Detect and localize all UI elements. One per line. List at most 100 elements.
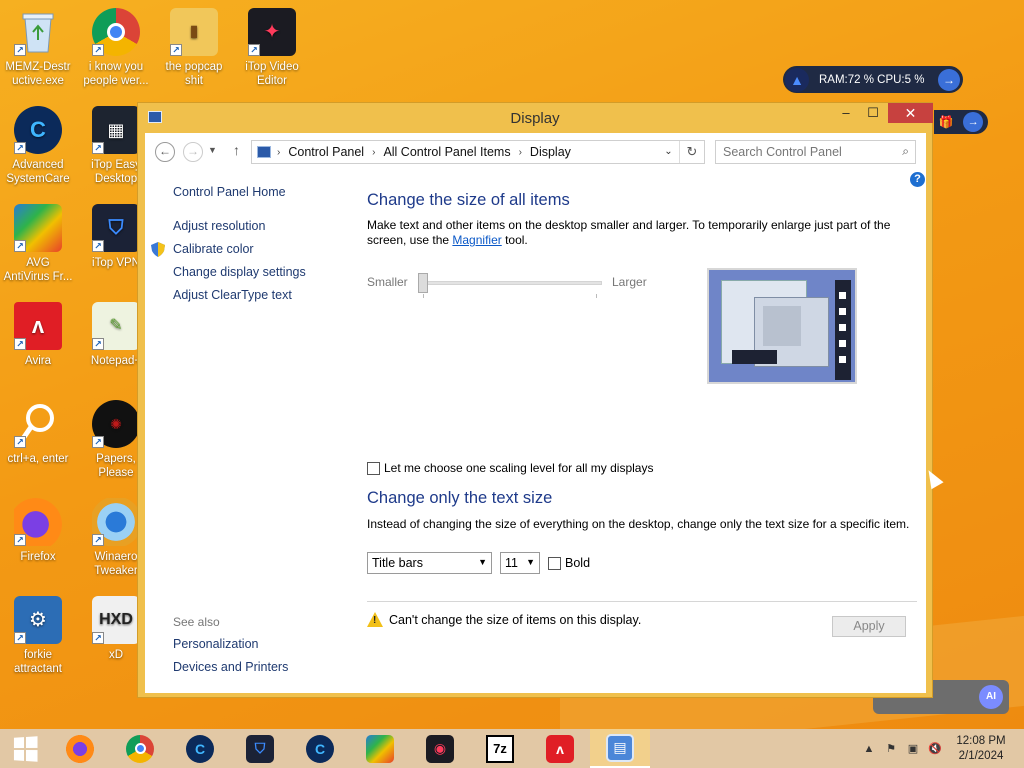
breadcrumb-separator[interactable]: › bbox=[519, 147, 522, 158]
start-button[interactable] bbox=[0, 729, 50, 768]
windows-logo-icon bbox=[13, 735, 38, 762]
devices-printers-link[interactable]: Devices and Printers bbox=[173, 660, 288, 683]
taskbar-avg[interactable] bbox=[350, 729, 410, 768]
desktop-icon-label: the popcap bbox=[165, 61, 223, 73]
desktop-icon-firefox[interactable]: ↗ Firefox bbox=[0, 498, 77, 564]
breadcrumb-separator[interactable]: › bbox=[277, 147, 280, 158]
window-client-area: ← → ▼ ↑ › Control Panel › All Control Pa… bbox=[145, 133, 926, 693]
desktop-icon-label: Avira bbox=[25, 355, 51, 367]
back-button[interactable]: ← bbox=[155, 142, 175, 162]
folder-icon: ▮ ↗ bbox=[170, 8, 218, 56]
volume-muted-icon[interactable]: 🔇 bbox=[924, 742, 946, 755]
font-size-select[interactable]: 11 ▼ bbox=[500, 552, 540, 574]
systemcare-icon: C bbox=[306, 734, 334, 763]
desktop-icon-label: Editor bbox=[256, 75, 288, 87]
forward-button[interactable]: → bbox=[183, 142, 203, 162]
desktop-icon-label: Advanced bbox=[12, 159, 64, 171]
arrow-right-icon[interactable]: → bbox=[963, 112, 984, 132]
bold-checkbox[interactable] bbox=[548, 556, 561, 570]
desktop-icon-avira[interactable]: ʌ ↗ Avira bbox=[0, 302, 77, 368]
desktop-icon-memz[interactable]: ↗ MEMZ-Destr uctive.exe bbox=[0, 8, 77, 88]
up-button[interactable]: ↑ bbox=[233, 142, 240, 158]
action-center-flag-icon[interactable]: ⚑ bbox=[880, 742, 902, 755]
taskbar-avira[interactable]: ʌ bbox=[530, 729, 590, 768]
item-select[interactable]: Title bars ▼ bbox=[367, 552, 492, 574]
help-icon[interactable]: ? bbox=[910, 172, 925, 187]
breadcrumb-control-panel[interactable]: Control Panel bbox=[288, 145, 364, 159]
adjust-resolution-link[interactable]: Adjust resolution bbox=[173, 219, 353, 242]
refresh-icon[interactable]: ↻ bbox=[680, 144, 704, 160]
desktop-icon-label: uctive.exe bbox=[12, 75, 64, 87]
clock[interactable]: 12:08 PM 2/1/2024 bbox=[946, 734, 1016, 764]
magnifier-link[interactable]: Magnifier bbox=[452, 233, 501, 247]
warning-text: Can't change the size of items on this d… bbox=[389, 612, 642, 627]
address-row: ← → ▼ ↑ › Control Panel › All Control Pa… bbox=[145, 133, 926, 171]
taskbar-systemcare[interactable]: C bbox=[170, 729, 230, 768]
font-size-value: 11 bbox=[505, 556, 518, 570]
desktop-icon-label: i know you bbox=[88, 61, 144, 73]
taskbar-control-panel[interactable]: ▤ bbox=[590, 729, 650, 768]
chevron-up-icon[interactable]: ▲ bbox=[858, 743, 880, 755]
desktop-icon-advanced-systemcare[interactable]: C ↗ Advanced SystemCare bbox=[0, 106, 77, 186]
size-slider-track[interactable] bbox=[424, 281, 602, 285]
chevron-down-icon: ▼ bbox=[526, 557, 535, 567]
scaling-checkbox[interactable] bbox=[367, 461, 380, 475]
display-preview-image bbox=[707, 268, 857, 384]
search-input[interactable]: Search Control Panel ⌕ bbox=[715, 140, 916, 164]
text-size-description: Instead of changing the size of everythi… bbox=[367, 517, 910, 531]
bold-checkbox-row[interactable]: Bold bbox=[548, 556, 590, 570]
breadcrumb-display[interactable]: Display bbox=[530, 145, 571, 159]
change-display-settings-link[interactable]: Change display settings bbox=[173, 265, 353, 288]
ram-cpu-readout: RAM:72 % CPU:5 % bbox=[819, 73, 925, 86]
7zip-icon: 7z bbox=[486, 734, 514, 763]
recent-pages-dropdown[interactable]: ▼ bbox=[208, 145, 217, 155]
adjust-cleartype-link[interactable]: Adjust ClearType text bbox=[173, 288, 353, 311]
control-panel-home-link[interactable]: Control Panel Home bbox=[173, 185, 353, 199]
uac-shield-icon bbox=[151, 242, 165, 257]
search-icon[interactable]: ⌕ bbox=[902, 144, 909, 159]
size-slider-thumb[interactable] bbox=[418, 273, 428, 293]
desktop-icon-avg[interactable]: ↗ AVG AntiVirus Fr... bbox=[0, 204, 77, 284]
size-heading: Change the size of all items bbox=[367, 191, 570, 209]
breadcrumb-separator[interactable]: › bbox=[372, 147, 375, 158]
slider-max-label: Larger bbox=[612, 275, 647, 289]
ai-assistant-icon[interactable]: AI bbox=[979, 685, 1003, 709]
bold-label: Bold bbox=[565, 556, 591, 570]
slider-min-label: Smaller bbox=[367, 275, 408, 289]
gift-widget[interactable]: 🎁 → bbox=[934, 110, 988, 134]
title-bar[interactable]: Display – ☐ ✕ bbox=[138, 103, 933, 133]
taskbar-screen-recorder[interactable]: ◉ bbox=[410, 729, 470, 768]
slider-tick bbox=[423, 294, 424, 298]
address-bar[interactable]: › Control Panel › All Control Panel Item… bbox=[251, 140, 705, 164]
text-size-controls: Title bars ▼ 11 ▼ Bold bbox=[367, 552, 590, 574]
desktop-icon-i-know-you[interactable]: ↗ i know you people wer... bbox=[77, 8, 155, 88]
preview-sidebar bbox=[835, 280, 851, 380]
breadcrumb-all-items[interactable]: All Control Panel Items bbox=[383, 145, 510, 159]
taskbar-systemcare-2[interactable]: C bbox=[290, 729, 350, 768]
apply-button[interactable]: Apply bbox=[832, 616, 906, 637]
taskbar-itop-vpn[interactable]: ⛉ bbox=[230, 729, 290, 768]
maximize-button[interactable]: ☐ bbox=[860, 103, 886, 123]
avira-icon: ʌ bbox=[546, 734, 574, 763]
taskbar-firefox[interactable] bbox=[50, 729, 110, 768]
minimize-button[interactable]: – bbox=[833, 103, 859, 123]
taskbar-chrome[interactable] bbox=[110, 729, 170, 768]
network-icon[interactable]: ▣ bbox=[902, 742, 924, 755]
arrow-right-icon[interactable]: → bbox=[938, 68, 960, 91]
system-monitor-gadget[interactable]: ▲ RAM:72 % CPU:5 % → bbox=[783, 66, 963, 93]
personalization-link[interactable]: Personalization bbox=[173, 637, 288, 660]
screen-recorder-icon: ◉ bbox=[426, 734, 454, 763]
scaling-checkbox-row[interactable]: Let me choose one scaling level for all … bbox=[367, 461, 653, 475]
desktop-icon-label: Firefox bbox=[20, 551, 56, 563]
address-dropdown-icon[interactable]: ⌄ bbox=[658, 141, 680, 163]
taskbar-7zip[interactable]: 7z bbox=[470, 729, 530, 768]
desktop-icon-popcap[interactable]: ▮ ↗ the popcap shit bbox=[155, 8, 233, 88]
desktop-icon-ctrl-a[interactable]: ↗ ctrl+a, enter bbox=[0, 400, 77, 466]
see-also-section: See also Personalization Devices and Pri… bbox=[173, 615, 288, 683]
desktop-icon-forkie[interactable]: ⚙ ↗ forkie attractant bbox=[0, 596, 77, 676]
close-button[interactable]: ✕ bbox=[888, 103, 933, 123]
chrome-icon: ↗ bbox=[92, 8, 140, 56]
desktop-icon-itop-video-editor[interactable]: ✦ ↗ iTop Video Editor bbox=[233, 8, 311, 88]
calibrate-color-link[interactable]: Calibrate color bbox=[151, 242, 353, 265]
control-panel-icon: ▤ bbox=[606, 733, 634, 762]
